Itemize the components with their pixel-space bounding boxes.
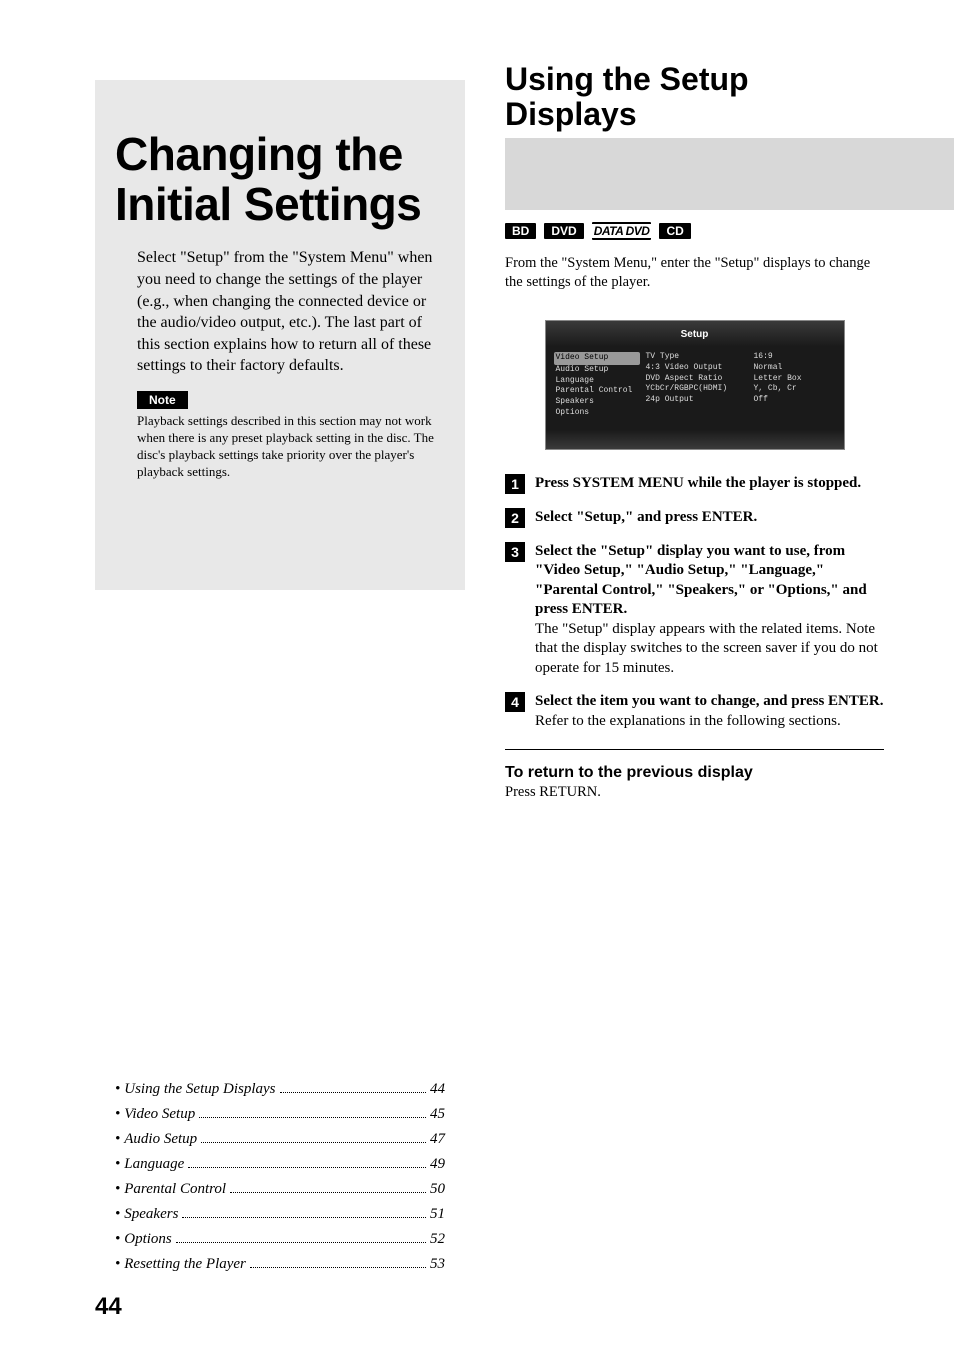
toc-page: 51 — [430, 1206, 445, 1223]
toc-bullet: • — [115, 1181, 120, 1198]
step-bold: Press SYSTEM MENU while the player is st… — [535, 475, 861, 491]
toc-label: Speakers — [124, 1206, 178, 1223]
step-bold: Select "Setup," and press ENTER. — [535, 509, 757, 525]
osd-value: Normal — [754, 363, 834, 374]
toc-page: 44 — [430, 1081, 445, 1098]
step-1: 1 Press SYSTEM MENU while the player is … — [505, 474, 884, 494]
osd-title: Setup — [556, 329, 834, 352]
osd-setting: TV Type — [646, 352, 746, 363]
osd-item: Language — [556, 376, 638, 387]
step-number: 1 — [505, 474, 525, 494]
toc-label: Using the Setup Displays — [124, 1081, 275, 1098]
note-label: Note — [137, 391, 188, 409]
toc-label: Options — [124, 1231, 172, 1248]
toc-dots — [199, 1117, 426, 1118]
toc-bullet: • — [115, 1131, 120, 1148]
page-number: 44 — [95, 1293, 122, 1321]
osd-item: Parental Control — [556, 386, 638, 397]
toc-page: 52 — [430, 1231, 445, 1248]
badge-cd: CD — [659, 223, 690, 239]
toc-bullet: • — [115, 1081, 120, 1098]
osd-item: Audio Setup — [556, 365, 638, 376]
toc: • Using the Setup Displays 44 • Video Setu… — [115, 1073, 445, 1281]
return-heading: To return to the previous display — [505, 764, 884, 782]
divider — [505, 749, 884, 750]
osd-left-menu: Video Setup Audio Setup Language Parenta… — [556, 352, 638, 419]
toc-row: • Options 52 — [115, 1231, 445, 1248]
step-number: 2 — [505, 508, 525, 528]
osd-setting: 24p Output — [646, 395, 746, 406]
toc-bullet: • — [115, 1256, 120, 1273]
osd-item: Speakers — [556, 397, 638, 408]
toc-dots — [182, 1217, 426, 1218]
osd-item-selected: Video Setup — [554, 352, 640, 365]
step-4: 4 Select the item you want to change, an… — [505, 692, 884, 731]
toc-row: • Video Setup 45 — [115, 1106, 445, 1123]
toc-dots — [201, 1142, 426, 1143]
step-number: 4 — [505, 692, 525, 712]
chapter-intro: Select "Setup" from the "System Menu" wh… — [137, 247, 440, 377]
toc-row: • Speakers 51 — [115, 1206, 445, 1223]
osd-mid-menu: TV Type 4:3 Video Output DVD Aspect Rati… — [646, 352, 746, 419]
osd-value: 16:9 — [754, 352, 834, 363]
toc-dots — [188, 1167, 426, 1168]
badge-dvd: DVD — [544, 223, 583, 239]
step-plain: The "Setup" display appears with the rel… — [535, 620, 884, 679]
section-intro: From the "System Menu," enter the "Setup… — [505, 254, 884, 292]
toc-page: 45 — [430, 1106, 445, 1123]
toc-row: • Using the Setup Displays 44 — [115, 1081, 445, 1098]
toc-bullet: • — [115, 1156, 120, 1173]
toc-dots — [280, 1092, 426, 1093]
osd-value: Off — [754, 395, 834, 406]
note-text: Playback settings described in this sect… — [137, 413, 445, 481]
chapter-title: Changing the Initial Settings — [115, 130, 445, 229]
toc-dots — [176, 1242, 426, 1243]
badge-datadvd: DATA DVD — [592, 222, 652, 240]
toc-label: Video Setup — [124, 1106, 195, 1123]
toc-label: Language — [124, 1156, 184, 1173]
toc-page: 49 — [430, 1156, 445, 1173]
toc-label: Audio Setup — [124, 1131, 197, 1148]
toc-label: Parental Control — [124, 1181, 226, 1198]
osd-setting: YCbCr/RGBPC(HDMI) — [646, 384, 746, 395]
badge-bd: BD — [505, 223, 536, 239]
toc-row: • Resetting the Player 53 — [115, 1256, 445, 1273]
disc-badges: BD DVD DATA DVD CD — [505, 222, 884, 240]
toc-row: • Language 49 — [115, 1156, 445, 1173]
toc-page: 50 — [430, 1181, 445, 1198]
toc-row: • Audio Setup 47 — [115, 1131, 445, 1148]
toc-page: 53 — [430, 1256, 445, 1273]
toc-label: Resetting the Player — [124, 1256, 246, 1273]
return-text: Press RETURN. — [505, 784, 884, 801]
step-number: 3 — [505, 542, 525, 562]
osd-value: Letter Box — [754, 374, 834, 385]
toc-bullet: • — [115, 1231, 120, 1248]
toc-bullet: • — [115, 1206, 120, 1223]
toc-page: 47 — [430, 1131, 445, 1148]
step-bold: Select the "Setup" display you want to u… — [535, 543, 867, 618]
osd-item: Options — [556, 408, 638, 419]
toc-dots — [250, 1267, 426, 1268]
osd-setting: DVD Aspect Ratio — [646, 374, 746, 385]
section-heading: Using the Setup Displays — [505, 62, 884, 132]
osd-right-values: 16:9 Normal Letter Box Y, Cb, Cr Off — [754, 352, 834, 419]
osd-value: Y, Cb, Cr — [754, 384, 834, 395]
toc-dots — [230, 1192, 426, 1193]
step-3: 3 Select the "Setup" display you want to… — [505, 542, 884, 679]
step-plain: Refer to the explanations in the followi… — [535, 712, 884, 732]
osd-setting: 4:3 Video Output — [646, 363, 746, 374]
step-2: 2 Select "Setup," and press ENTER. — [505, 508, 884, 528]
toc-bullet: • — [115, 1106, 120, 1123]
toc-row: • Parental Control 50 — [115, 1181, 445, 1198]
step-bold: Select the item you want to change, and … — [535, 693, 883, 709]
heading-band — [505, 138, 954, 210]
setup-osd: Setup Video Setup Audio Setup Language P… — [545, 320, 845, 450]
